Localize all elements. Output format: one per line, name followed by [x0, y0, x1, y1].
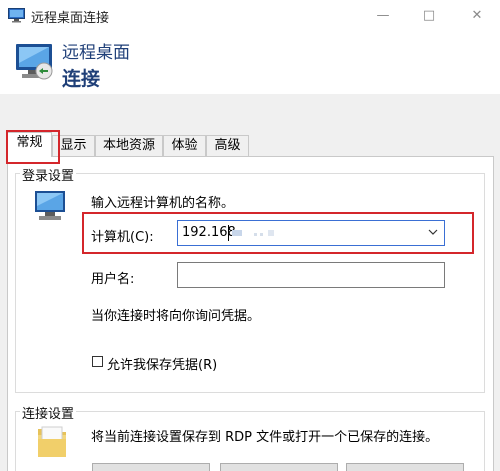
tab-advanced[interactable]: 高级	[206, 135, 249, 156]
logon-group-label: 登录设置	[20, 165, 77, 184]
minimize-button[interactable]: —	[360, 0, 406, 31]
maximize-icon: □	[422, 8, 436, 23]
close-button[interactable]: ✕	[454, 0, 500, 31]
tab-general[interactable]: 常规	[7, 132, 52, 157]
banner-subtitle: 连接	[62, 68, 101, 90]
computer-combobox[interactable]: 192.168	[177, 220, 445, 246]
save-credentials-label[interactable]: 允许我保存凭据(R)	[107, 354, 217, 373]
header-banner: 远程桌面 连接	[0, 31, 500, 94]
minimize-icon: —	[376, 8, 390, 23]
blurred-text	[232, 230, 274, 236]
tab-display[interactable]: 显示	[52, 135, 95, 156]
username-label: 用户名:	[91, 272, 135, 287]
computer-label: 计算机(C):	[91, 230, 154, 245]
save-as-button[interactable]	[220, 463, 338, 471]
banner-title: 远程桌面	[62, 43, 130, 63]
save-credentials-checkbox[interactable]	[92, 356, 103, 367]
credentials-note: 当你连接时将向你询问凭据。	[91, 309, 261, 324]
maximize-button[interactable]: □	[406, 0, 452, 31]
tab-local-resources[interactable]: 本地资源	[95, 135, 163, 156]
tab-label: 体验	[171, 138, 198, 153]
remote-desktop-app-icon	[8, 8, 25, 23]
save-button[interactable]	[92, 463, 210, 471]
tab-label: 显示	[60, 138, 87, 153]
tab-experience[interactable]: 体验	[163, 135, 206, 156]
connection-group-label: 连接设置	[20, 403, 77, 422]
folder-icon	[38, 426, 66, 457]
tab-label: 高级	[214, 138, 241, 153]
close-icon: ✕	[471, 8, 483, 23]
remote-desktop-monitor-icon	[16, 44, 53, 80]
text-cursor	[228, 225, 229, 241]
computer-icon	[35, 191, 65, 220]
window-title: 远程桌面连接	[31, 11, 110, 26]
tab-label: 本地资源	[102, 138, 155, 153]
title-bar: 远程桌面连接 — □ ✕	[0, 0, 500, 31]
chevron-down-icon[interactable]	[428, 227, 438, 237]
username-input[interactable]	[177, 262, 445, 288]
open-button[interactable]	[346, 463, 464, 471]
computer-instruction: 输入远程计算机的名称。	[91, 196, 235, 211]
connection-description: 将当前连接设置保存到 RDP 文件或打开一个已保存的连接。	[91, 430, 439, 445]
tab-strip: 常规 显示 本地资源 体验 高级	[7, 132, 497, 157]
tab-label: 常规	[16, 135, 43, 150]
